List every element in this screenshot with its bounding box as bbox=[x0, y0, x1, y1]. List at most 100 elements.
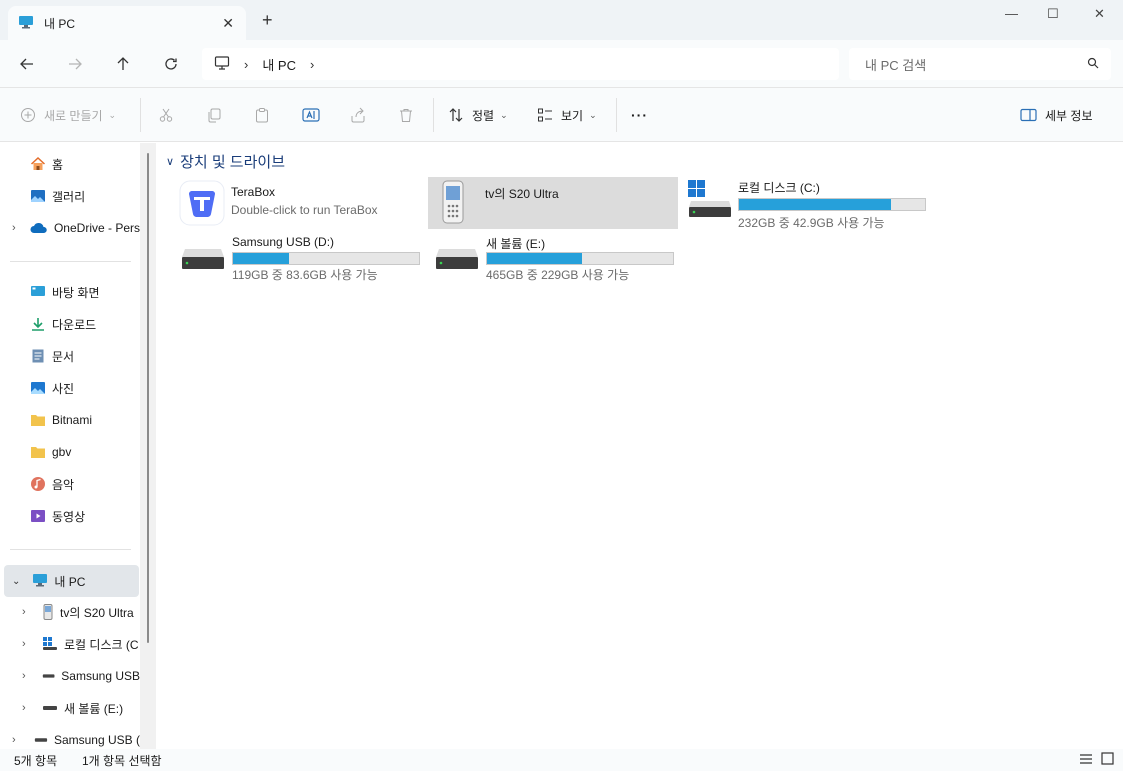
sort-icon bbox=[449, 108, 463, 122]
cut-button[interactable] bbox=[158, 104, 174, 126]
chevron-right-icon[interactable]: › bbox=[22, 606, 26, 618]
tile-phone[interactable]: tv의 S20 Ultra bbox=[428, 177, 678, 229]
sidebar-item-documents[interactable]: 문서 bbox=[30, 340, 140, 372]
storage-bar-fill bbox=[739, 199, 891, 210]
item-count-text: 5개 항목 bbox=[14, 754, 58, 768]
drive-icon bbox=[180, 247, 226, 276]
chevron-right-icon[interactable]: › bbox=[22, 670, 26, 682]
new-tab-button[interactable]: + bbox=[262, 11, 273, 29]
chevron-right-icon[interactable]: › bbox=[22, 702, 26, 714]
phone-icon bbox=[438, 180, 468, 229]
monitor-icon bbox=[214, 55, 230, 73]
storage-bar-fill bbox=[233, 253, 289, 264]
view-icon bbox=[538, 108, 552, 122]
minimize-button[interactable]: — bbox=[1005, 6, 1018, 21]
sidebar-scroll-thumb[interactable] bbox=[147, 153, 149, 643]
group-header-devices[interactable]: ∨ 장치 및 드라이브 bbox=[166, 151, 285, 172]
chevron-down-icon: ⌄ bbox=[589, 109, 597, 120]
storage-free-text: 465GB 중 229GB 사용 가능 bbox=[486, 268, 630, 282]
scissors-icon bbox=[159, 108, 173, 122]
details-view-button[interactable] bbox=[1079, 753, 1093, 768]
sidebar-item-label: OneDrive - Pers bbox=[53, 221, 140, 235]
sidebar-item-videos[interactable]: 동영상 bbox=[30, 500, 140, 532]
new-button[interactable]: 새로 만들기 ⌄ bbox=[20, 104, 116, 126]
music-icon bbox=[31, 477, 45, 491]
share-icon bbox=[351, 107, 365, 123]
arrow-right-icon bbox=[69, 58, 82, 70]
sidebar-item-phone[interactable]: tv의 S20 Ultra bbox=[42, 596, 140, 628]
rename-button[interactable] bbox=[302, 104, 320, 126]
tile-drive-e[interactable]: 새 볼륨 (E:) 465GB 중 229GB 사용 가능 bbox=[432, 233, 682, 285]
chevron-right-icon[interactable]: › bbox=[12, 222, 16, 234]
drive-icon bbox=[42, 674, 55, 678]
details-pane-icon bbox=[1020, 108, 1037, 122]
sidebar-item-label: 새 볼륨 (E:) bbox=[64, 701, 124, 716]
sidebar-item-label: 동영상 bbox=[52, 509, 86, 524]
sidebar-item-label: 사진 bbox=[52, 381, 75, 396]
sidebar-item-gallery[interactable]: 갤러리 bbox=[30, 180, 140, 212]
chevron-right-icon[interactable]: › bbox=[22, 638, 26, 650]
up-button[interactable] bbox=[111, 52, 135, 76]
sidebar-item-drive-c[interactable]: 로컬 디스크 (C bbox=[42, 628, 140, 660]
tile-terabox[interactable]: TeraBox Double-click to run TeraBox bbox=[172, 177, 422, 229]
storage-free-text: 119GB 중 83.6GB 사용 가능 bbox=[232, 268, 378, 282]
sidebar-item-this-pc[interactable]: ⌄ 내 PC bbox=[4, 565, 139, 597]
divider bbox=[10, 549, 131, 550]
address-bar[interactable]: › 내 PC › bbox=[202, 48, 839, 80]
sidebar-item-volume-e[interactable]: 새 볼륨 (E:) bbox=[42, 692, 140, 724]
delete-button[interactable] bbox=[398, 104, 414, 126]
chevron-right-icon[interactable]: › bbox=[310, 57, 314, 72]
details-pane-button[interactable]: 세부 정보 bbox=[1020, 104, 1093, 126]
share-button[interactable] bbox=[350, 104, 366, 126]
divider bbox=[616, 98, 617, 132]
paste-button[interactable] bbox=[254, 104, 270, 126]
tiles-view-button[interactable] bbox=[1101, 752, 1114, 768]
divider bbox=[433, 98, 434, 132]
sidebar-item-label: 문서 bbox=[52, 349, 75, 364]
search-input[interactable]: 내 PC 검색 bbox=[865, 55, 926, 74]
sidebar-item-downloads[interactable]: 다운로드 bbox=[30, 308, 140, 340]
sidebar-item-onedrive[interactable]: OneDrive - Pers bbox=[30, 212, 140, 244]
copy-button[interactable] bbox=[206, 104, 222, 126]
search-box[interactable]: 내 PC 검색 bbox=[849, 48, 1111, 80]
chevron-down-icon[interactable]: ⌄ bbox=[12, 576, 20, 587]
tab-this-pc[interactable]: 내 PC ✕ bbox=[8, 6, 246, 40]
sidebar-item-music[interactable]: 음악 bbox=[30, 468, 140, 500]
title-bar: 내 PC ✕ + — ☐ ✕ bbox=[0, 0, 1123, 40]
folder-icon bbox=[31, 447, 45, 458]
sidebar-item-label: gbv bbox=[52, 445, 72, 459]
maximize-button[interactable]: ☐ bbox=[1047, 6, 1059, 22]
content-area: ∨ 장치 및 드라이브 TeraBox Double-click to run … bbox=[156, 143, 1123, 749]
chevron-down-icon[interactable]: ∨ bbox=[166, 155, 174, 168]
trash-icon bbox=[400, 109, 412, 122]
sidebar-item-label: 내 PC bbox=[54, 574, 86, 589]
close-tab-icon[interactable]: ✕ bbox=[222, 15, 234, 32]
status-bar: 5개 항목 1개 항목 선택함 bbox=[0, 749, 1123, 771]
chevron-down-icon: ⌄ bbox=[108, 109, 117, 120]
view-button[interactable]: 보기 ⌄ bbox=[537, 104, 597, 126]
more-options-button[interactable]: ··· bbox=[631, 104, 648, 126]
back-button[interactable] bbox=[15, 52, 39, 76]
storage-free-text: 232GB 중 42.9GB 사용 가능 bbox=[738, 216, 885, 230]
sidebar-item-gbv[interactable]: gbv bbox=[30, 436, 140, 468]
chevron-right-icon[interactable]: › bbox=[244, 57, 248, 72]
storage-bar bbox=[486, 252, 674, 265]
sidebar-item-label: Samsung USB ( bbox=[53, 733, 140, 747]
sidebar-item-usb-d[interactable]: Samsung USB bbox=[42, 660, 140, 692]
tile-drive-d[interactable]: Samsung USB (D:) 119GB 중 83.6GB 사용 가능 bbox=[178, 233, 428, 285]
forward-button[interactable] bbox=[63, 52, 87, 76]
tile-name: TeraBox bbox=[231, 185, 276, 199]
view-label: 보기 bbox=[561, 108, 584, 123]
refresh-button[interactable] bbox=[159, 52, 183, 76]
sidebar-item-home[interactable]: 홈 bbox=[30, 148, 140, 180]
tile-drive-c[interactable]: 로컬 디스크 (C:) 232GB 중 42.9GB 사용 가능 bbox=[684, 177, 934, 230]
breadcrumb-this-pc[interactable]: 내 PC bbox=[262, 55, 296, 74]
sidebar-item-pictures[interactable]: 사진 bbox=[30, 372, 140, 404]
sidebar-item-desktop[interactable]: 바탕 화면 bbox=[30, 276, 140, 308]
close-window-button[interactable]: ✕ bbox=[1094, 6, 1105, 22]
sort-button[interactable]: 정렬 ⌄ bbox=[448, 104, 508, 126]
sidebar-item-bitnami[interactable]: Bitnami bbox=[30, 404, 140, 436]
chevron-right-icon[interactable]: › bbox=[12, 734, 16, 746]
chevron-down-icon: ⌄ bbox=[500, 109, 508, 120]
selection-text: 1개 항목 선택함 bbox=[82, 754, 162, 768]
